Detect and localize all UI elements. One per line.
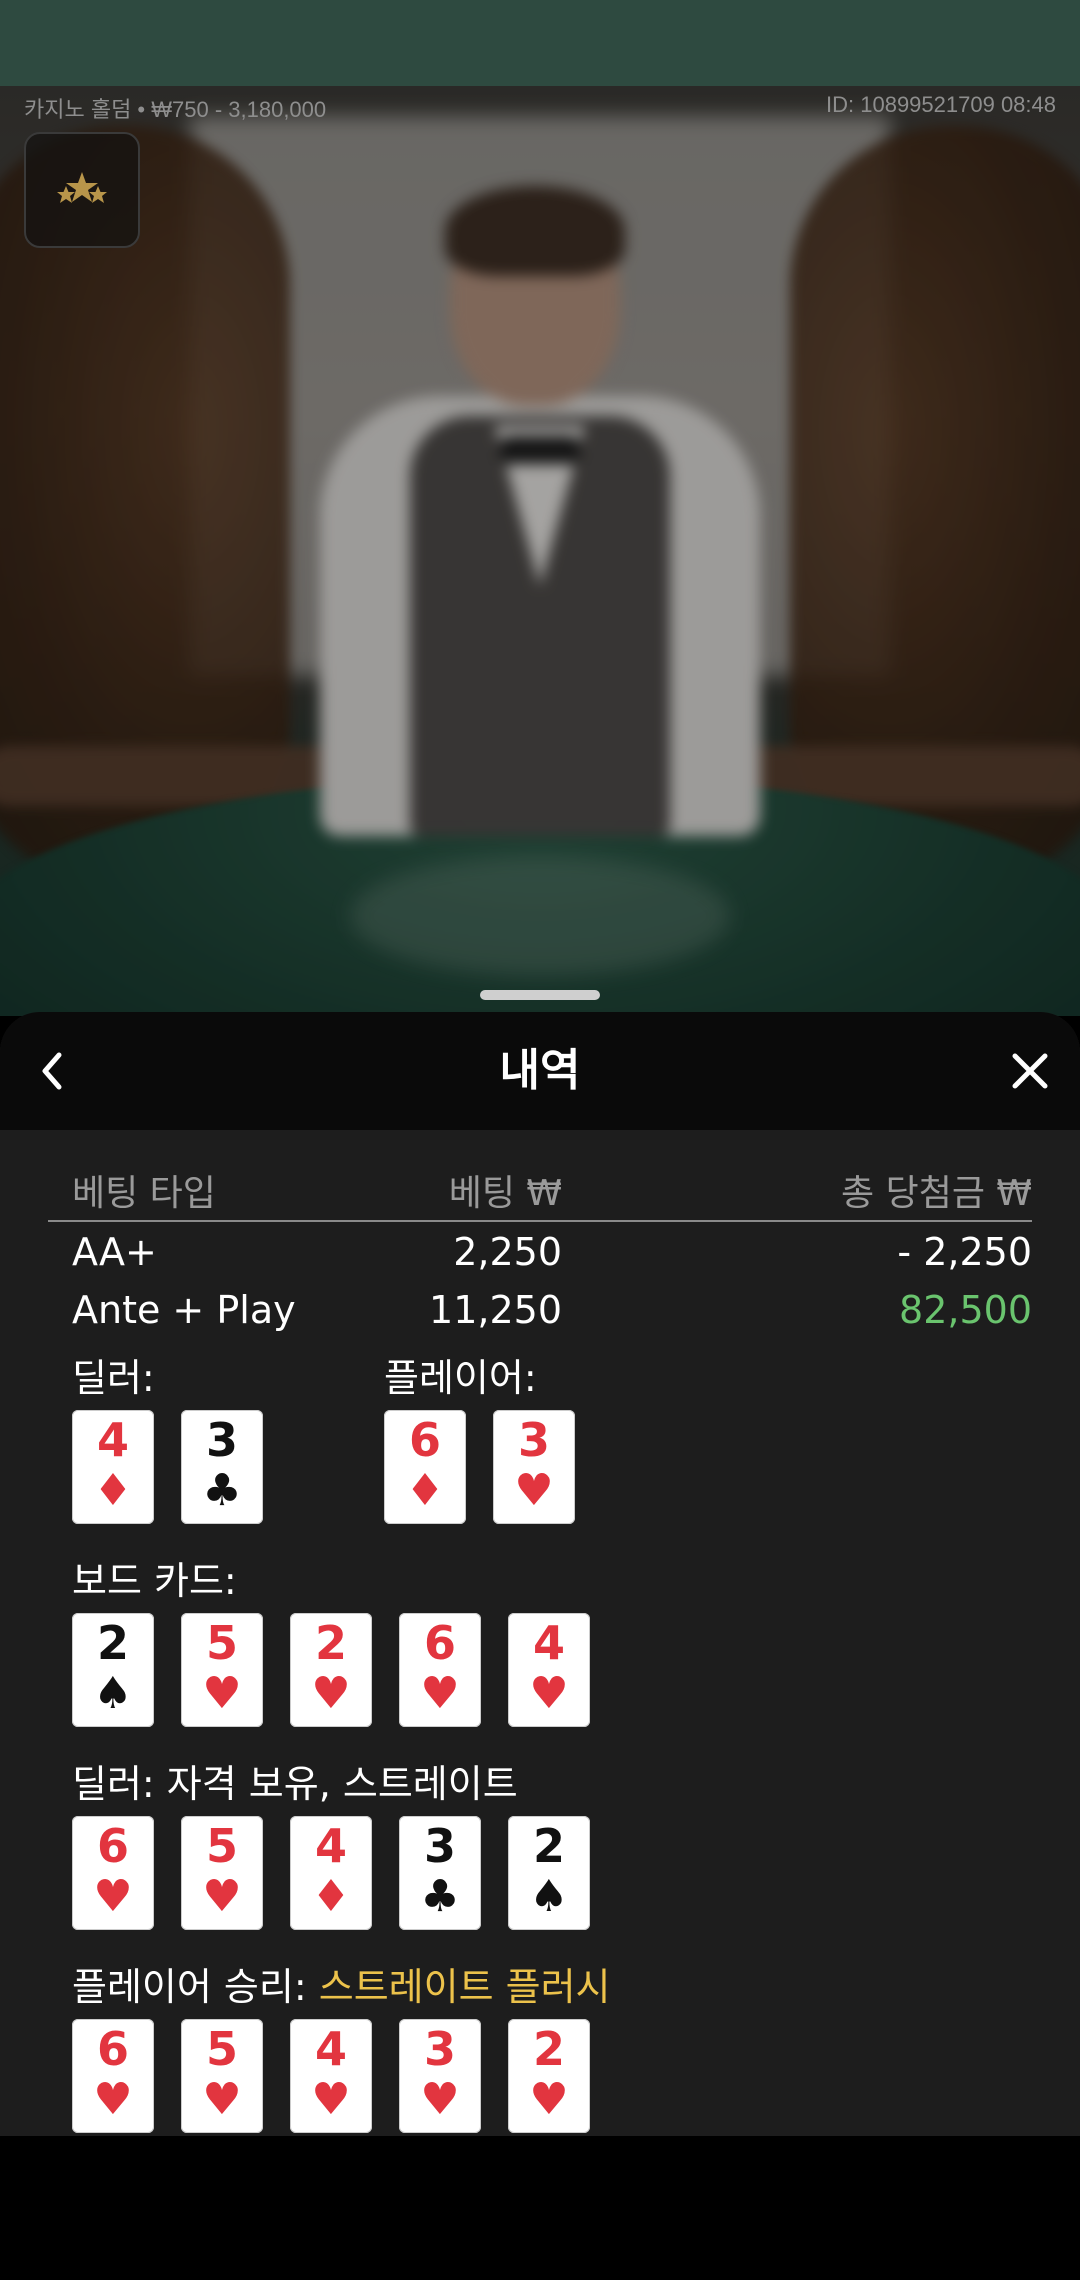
round-id: ID: 10899521709 08:48 <box>826 92 1056 117</box>
card-rank: 3 <box>423 1819 456 1873</box>
playing-card: 4 ♦ <box>290 1816 372 1930</box>
card-rank: 2 <box>96 1616 129 1670</box>
playing-card: 3 ♥ <box>493 1410 575 1524</box>
player-label: 플레이어: <box>384 1356 537 1400</box>
header-bet-type: 베팅 타입 <box>72 1173 216 1214</box>
table-row: Ante + Play 11,250 82,500 <box>48 1280 1032 1338</box>
bets-table: 베팅 타입 베팅 ₩ 총 당첨금 ₩ AA+ 2,250 - 2,250 Ant… <box>48 1152 1032 1338</box>
bet-amount: 11,250 <box>429 1288 562 1332</box>
dealer-result-label: 딜러: 자격 보유, 스트레이트 <box>72 1762 518 1806</box>
close-button[interactable] <box>1000 1041 1060 1101</box>
player-result-label: 플레이어 승리: 스트레이트 플러시 <box>72 1956 611 2011</box>
win-amount: - 2,250 <box>897 1230 1032 1274</box>
playing-card: 6 ♥ <box>399 1613 481 1727</box>
card-suit-icon: ♥ <box>202 1871 242 1922</box>
card-suit-icon: ♥ <box>529 1668 569 1719</box>
card-suit-icon: ♥ <box>93 2074 133 2125</box>
card-suit-icon: ♥ <box>420 1668 460 1719</box>
board-label: 보드 카드: <box>72 1559 237 1603</box>
playing-card: 5 ♥ <box>181 1816 263 1930</box>
table-row: AA+ 2,250 - 2,250 <box>48 1222 1032 1280</box>
card-rank: 5 <box>205 1616 238 1670</box>
panel-title: 내역 <box>499 1045 581 1096</box>
card-rank: 3 <box>517 1413 550 1467</box>
playing-card: 2 ♥ <box>290 1613 372 1727</box>
playing-card: 3 ♣ <box>181 1410 263 1524</box>
table-info: 카지노 홀덤 • ₩750 - 3,180,000 <box>24 97 327 122</box>
card-suit-icon: ♣ <box>420 1871 460 1922</box>
playing-card: 4 ♦ <box>72 1410 154 1524</box>
card-rank: 3 <box>423 2022 456 2076</box>
card-rank: 6 <box>96 2022 129 2076</box>
playing-card: 6 ♥ <box>72 2019 154 2133</box>
playing-card: 2 ♠ <box>508 1816 590 1930</box>
card-rank: 6 <box>96 1819 129 1873</box>
panel-header: 내역 <box>0 1012 1080 1130</box>
card-suit-icon: ♥ <box>420 2074 460 2125</box>
playing-card: 6 ♦ <box>384 1410 466 1524</box>
card-rank: 5 <box>205 2022 238 2076</box>
card-rank: 4 <box>532 1616 565 1670</box>
bottom-bar <box>0 2136 1080 2280</box>
dealer-label: 딜러: <box>72 1356 155 1400</box>
card-suit-icon: ♥ <box>202 1668 242 1719</box>
header-bet-amount: 베팅 ₩ <box>448 1173 562 1214</box>
playing-card: 2 ♥ <box>508 2019 590 2133</box>
playing-card: 5 ♥ <box>181 1613 263 1727</box>
stars-icon <box>57 172 107 203</box>
card-rank: 6 <box>423 1616 456 1670</box>
card-rank: 6 <box>408 1413 441 1467</box>
playing-card: 4 ♥ <box>508 1613 590 1727</box>
card-rank: 2 <box>532 1819 565 1873</box>
card-suit-icon: ♥ <box>514 1465 554 1516</box>
card-suit-icon: ♣ <box>202 1465 242 1516</box>
win-amount: 82,500 <box>899 1288 1032 1332</box>
playing-card: 4 ♥ <box>290 2019 372 2133</box>
player-result-hand: 스트레이트 플러시 <box>318 1965 611 2009</box>
status-bar <box>0 0 1080 86</box>
bet-type: AA+ <box>72 1230 157 1274</box>
card-suit-icon: ♦ <box>93 1465 133 1516</box>
card-rank: 5 <box>205 1819 238 1873</box>
card-suit-icon: ♦ <box>311 1871 351 1922</box>
card-suit-icon: ♥ <box>93 1871 133 1922</box>
playing-card: 2 ♠ <box>72 1613 154 1727</box>
card-suit-icon: ♥ <box>311 2074 351 2125</box>
close-icon <box>1012 1053 1048 1089</box>
live-video-feed <box>0 86 1080 1016</box>
bets-table-header: 베팅 타입 베팅 ₩ 총 당첨금 ₩ <box>48 1152 1032 1222</box>
card-suit-icon: ♥ <box>529 2074 569 2125</box>
card-suit-icon: ♥ <box>311 1668 351 1719</box>
playing-card: 3 ♥ <box>399 2019 481 2133</box>
drag-handle[interactable] <box>480 990 600 1000</box>
card-rank: 2 <box>532 2022 565 2076</box>
card-rank: 4 <box>314 2022 347 2076</box>
playing-card: 3 ♣ <box>399 1816 481 1930</box>
card-suit-icon: ♠ <box>93 1668 133 1719</box>
card-suit-icon: ♥ <box>202 2074 242 2125</box>
playing-card: 5 ♥ <box>181 2019 263 2133</box>
favorite-button[interactable] <box>24 132 140 248</box>
card-rank: 4 <box>314 1819 347 1873</box>
bet-amount: 2,250 <box>453 1230 562 1274</box>
player-result-prefix: 플레이어 승리: <box>72 1965 319 2009</box>
header-total-win: 총 당첨금 ₩ <box>841 1173 1032 1214</box>
card-rank: 3 <box>205 1413 238 1467</box>
playing-card: 6 ♥ <box>72 1816 154 1930</box>
card-suit-icon: ♦ <box>405 1465 445 1516</box>
card-rank: 4 <box>96 1413 129 1467</box>
history-panel: 내역 베팅 타입 베팅 ₩ 총 당첨금 ₩ AA+ 2,250 - 2,250 … <box>0 1012 1080 2136</box>
card-suit-icon: ♠ <box>529 1871 569 1922</box>
card-rank: 2 <box>314 1616 347 1670</box>
bet-type: Ante + Play <box>72 1288 296 1332</box>
